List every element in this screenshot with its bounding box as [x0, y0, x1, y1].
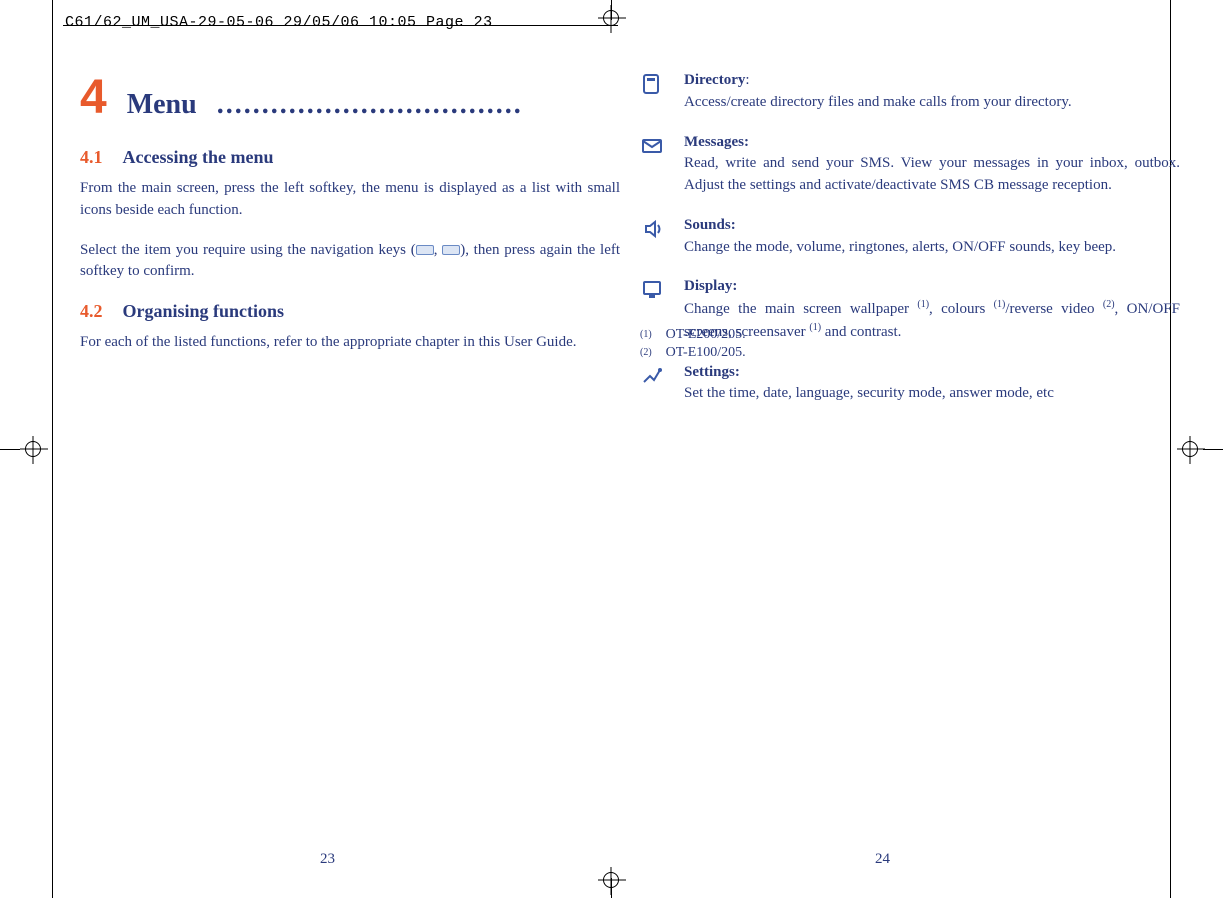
chapter-heading: 4 Menu .................................… [80, 70, 620, 125]
crop-rule [63, 25, 618, 26]
item-title: Sounds: [684, 217, 736, 233]
body-paragraph: From the main screen, press the left sof… [80, 178, 620, 222]
item-desc: Change the main screen wallpaper (1), co… [684, 301, 1180, 340]
nav-key-icon [416, 245, 434, 255]
nav-key-icon [442, 245, 460, 255]
section-number: 4.2 [80, 301, 103, 322]
sounds-icon [640, 217, 664, 241]
item-title: Display: [684, 278, 737, 294]
section-title: Accessing the menu [123, 147, 274, 168]
registration-mark-icon [25, 441, 41, 457]
item-desc: Change the mode, volume, ringtones, aler… [684, 239, 1116, 255]
page-left: 4 Menu .................................… [80, 70, 620, 372]
item-title: Directory [684, 72, 745, 88]
item-title: Messages: [684, 134, 749, 150]
item-desc: Access/create directory files and make c… [684, 94, 1072, 110]
footnote-mark: (1) [640, 327, 652, 343]
section-title: Organising functions [123, 301, 285, 322]
messages-icon [640, 134, 664, 158]
section-heading: 4.1 Accessing the menu [80, 147, 620, 168]
chapter-title: Menu [127, 89, 197, 121]
menu-item-settings: Settings: Set the time, date, language, … [640, 362, 1180, 406]
item-title: Settings: [684, 364, 740, 380]
section-heading: 4.2 Organising functions [80, 301, 620, 322]
page-number: 23 [320, 851, 335, 868]
crop-mark [0, 449, 20, 450]
menu-item-directory: Directory: Access/create directory files… [640, 70, 1180, 114]
settings-icon [640, 364, 664, 388]
footnote-mark: (2) [640, 345, 652, 361]
directory-icon [640, 72, 664, 96]
leader-dots: .................................. [217, 89, 523, 121]
page-number: 24 [875, 851, 890, 868]
item-desc: Read, write and send your SMS. View your… [684, 155, 1180, 193]
chapter-number: 4 [80, 70, 107, 125]
registration-mark-icon [603, 10, 619, 26]
body-paragraph: Select the item you require using the na… [80, 240, 620, 284]
registration-mark-icon [1182, 441, 1198, 457]
menu-item-sounds: Sounds: Change the mode, volume, rington… [640, 215, 1180, 259]
menu-item-messages: Messages: Read, write and send your SMS.… [640, 132, 1180, 197]
body-paragraph: For each of the listed functions, refer … [80, 332, 620, 354]
section-number: 4.1 [80, 147, 103, 168]
registration-mark-icon [603, 872, 619, 888]
footnote-text: OT-E200/205. [666, 327, 746, 343]
footnotes: (1) OT-E200/205. (2) OT-E100/205. [640, 327, 746, 363]
display-icon [640, 278, 664, 302]
crop-mark [1203, 449, 1223, 450]
crop-rule [52, 0, 53, 898]
item-desc: Set the time, date, language, security m… [684, 385, 1054, 401]
page-right: Directory: Access/create directory files… [640, 70, 1180, 423]
print-header: C61/62_UM_USA-29-05-06 29/05/06 10:05 Pa… [65, 14, 493, 31]
footnote-text: OT-E100/205. [666, 345, 746, 361]
